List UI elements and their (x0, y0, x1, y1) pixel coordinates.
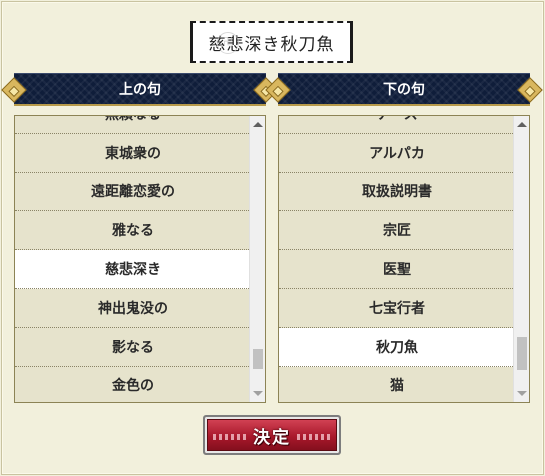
lower-phrase-items: ナースアルパカ取扱説明書宗匠医聖七宝行者秋刀魚猫 (279, 116, 515, 402)
upper-phrase-scrollbar[interactable] (249, 116, 265, 402)
upper-phrase-list-item[interactable]: 金色の (15, 367, 251, 402)
decide-button[interactable]: 決定 (203, 415, 341, 455)
button-ornament-icon (213, 434, 247, 440)
upper-phrase-list-item[interactable]: 無頼なる (15, 116, 251, 134)
lower-phrase-scrollbar[interactable] (513, 116, 529, 402)
upper-phrase-title: 上の句 (119, 82, 161, 98)
upper-phrase-items: 無頼なる東城衆の遠距離恋愛の雅なる慈悲深き神出鬼没の影なる金色の (15, 116, 251, 402)
lower-phrase-scroll-thumb[interactable] (517, 337, 527, 370)
decide-button-label: 決定 (253, 427, 291, 448)
scroll-down-arrow-icon[interactable] (517, 391, 527, 396)
scroll-down-arrow-icon[interactable] (253, 391, 263, 396)
upper-phrase-list-item[interactable]: 遠距離恋愛の (15, 173, 251, 212)
lower-phrase-list-item[interactable]: 取扱説明書 (279, 173, 515, 212)
lower-phrase-title: 下の句 (383, 82, 425, 98)
circular-seal-icon: 卍 (217, 32, 239, 54)
lower-phrase-header: 下の句 (265, 73, 543, 106)
lower-phrase-list-item[interactable]: 猫 (279, 367, 515, 402)
upper-phrase-panel: 上の句 無頼なる東城衆の遠距離恋愛の雅なる慈悲深き神出鬼没の影なる金色の (1, 73, 279, 403)
upper-phrase-list-item[interactable]: 慈悲深き (15, 250, 251, 289)
scroll-up-arrow-icon[interactable] (253, 122, 263, 127)
lower-phrase-list-item[interactable]: アルパカ (279, 134, 515, 173)
upper-phrase-list-item[interactable]: 東城衆の (15, 134, 251, 173)
lower-phrase-list-item[interactable]: 宗匠 (279, 211, 515, 251)
lower-phrase-list-item[interactable]: 医聖 (279, 250, 515, 289)
upper-phrase-scroll-thumb[interactable] (253, 349, 263, 369)
upper-phrase-header: 上の句 (1, 73, 279, 106)
upper-phrase-list-item[interactable]: 影なる (15, 328, 251, 367)
upper-phrase-list-item[interactable]: 神出鬼没の (15, 289, 251, 328)
lower-phrase-list[interactable]: ナースアルパカ取扱説明書宗匠医聖七宝行者秋刀魚猫 (278, 115, 530, 403)
lower-phrase-list-item[interactable]: ナース (279, 116, 515, 134)
scroll-up-arrow-icon[interactable] (517, 122, 527, 127)
upper-phrase-list[interactable]: 無頼なる東城衆の遠距離恋愛の雅なる慈悲深き神出鬼没の影なる金色の (14, 115, 266, 403)
result-name-box: 卍 慈悲深き秋刀魚 (190, 21, 353, 63)
lower-phrase-list-item[interactable]: 秋刀魚 (279, 327, 515, 367)
upper-phrase-list-item[interactable]: 雅なる (15, 211, 251, 251)
lower-phrase-list-item[interactable]: 七宝行者 (279, 289, 515, 328)
lower-phrase-panel: 下の句 ナースアルパカ取扱説明書宗匠医聖七宝行者秋刀魚猫 (265, 73, 543, 403)
button-ornament-icon (297, 434, 331, 440)
